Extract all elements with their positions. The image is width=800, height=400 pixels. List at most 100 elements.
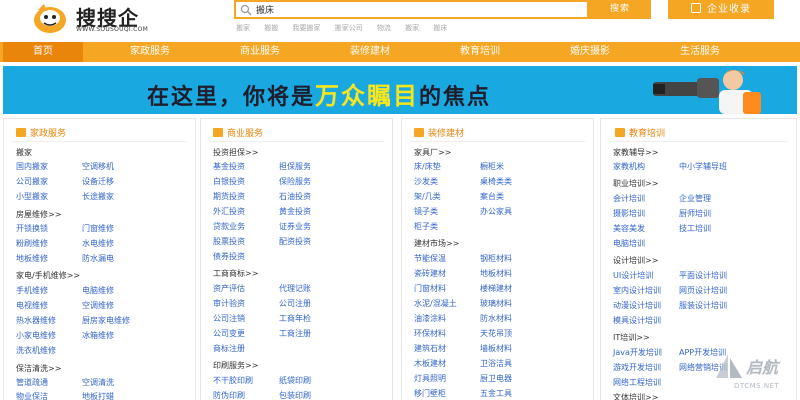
category-link[interactable]: 天花吊顶	[480, 328, 512, 339]
category-link[interactable]: 电脑维修	[82, 285, 114, 296]
hot-word[interactable]: 我要搬家	[292, 24, 320, 32]
category-link[interactable]: 游戏开发培训	[613, 362, 661, 373]
hot-word[interactable]: 搬搬	[264, 24, 278, 32]
category-link[interactable]: 管道疏通	[16, 377, 48, 388]
category-link[interactable]: 长途搬家	[82, 191, 114, 202]
category-link[interactable]: 贷款业务	[213, 221, 245, 232]
category-link[interactable]: 手机维修	[16, 285, 48, 296]
category-link[interactable]: 五金工具	[480, 388, 512, 399]
category-link[interactable]: 灯具照明	[414, 373, 446, 384]
category-link[interactable]: 公司注销	[213, 313, 245, 324]
subcategory-title[interactable]: 家电/手机维修>>	[16, 270, 80, 281]
category-link[interactable]: 平面设计培训	[679, 270, 727, 281]
category-link[interactable]: 架/几类	[414, 191, 441, 202]
category-link[interactable]: 公司注册	[279, 298, 311, 309]
subcategory-title[interactable]: 工商商标>>	[213, 268, 258, 279]
category-link[interactable]: 石油投资	[279, 191, 311, 202]
category-link[interactable]: 配资投资	[279, 236, 311, 247]
category-link[interactable]: 包装印刷	[279, 390, 311, 400]
category-link[interactable]: 股票投资	[213, 236, 245, 247]
category-link[interactable]: 水电维修	[82, 238, 114, 249]
category-link[interactable]: 代理记账	[279, 283, 311, 294]
category-link[interactable]: 节能保温	[414, 253, 446, 264]
category-link[interactable]: 公司变更	[213, 328, 245, 339]
category-link[interactable]: 网络工程培训	[613, 377, 661, 388]
hot-word[interactable]: 搬家	[405, 24, 419, 32]
category-link[interactable]: 商标注册	[213, 343, 245, 354]
search-button[interactable]: 搜索	[589, 0, 651, 19]
subcategory-title[interactable]: 家具厂>>	[414, 147, 451, 158]
category-link[interactable]: 地板打蜡	[82, 391, 114, 400]
category-link[interactable]: 美容美发	[613, 223, 645, 234]
category-link[interactable]: 热水器维修	[16, 315, 56, 326]
hot-word[interactable]: 物流	[377, 24, 391, 32]
subcategory-title[interactable]: 投资担保>>	[213, 147, 258, 158]
category-link[interactable]: 设备迁移	[82, 176, 114, 187]
category-link[interactable]: 动漫设计培训	[613, 300, 661, 311]
category-link[interactable]: 审计验资	[213, 298, 245, 309]
category-link[interactable]: UI设计培训	[613, 270, 653, 281]
category-link[interactable]: 卫浴洁具	[480, 358, 512, 369]
category-link[interactable]: 木板建材	[414, 358, 446, 369]
enterprise-listing-button[interactable]: 企业收录	[668, 0, 774, 19]
category-link[interactable]: 外汇投资	[213, 206, 245, 217]
category-link[interactable]: 瓷砖建材	[414, 268, 446, 279]
nav-wedding[interactable]: 婚庆摄影	[550, 42, 630, 62]
category-link[interactable]: 债券投资	[213, 251, 245, 262]
category-link[interactable]: 环保材料	[414, 328, 446, 339]
category-link[interactable]: 电视维修	[16, 300, 48, 311]
category-link[interactable]: 纸袋印刷	[279, 375, 311, 386]
category-link[interactable]: 资产评估	[213, 283, 245, 294]
category-link[interactable]: 基金投资	[213, 161, 245, 172]
category-link[interactable]: 国内搬家	[16, 161, 48, 172]
column-title[interactable]: 家政服务	[16, 126, 66, 139]
category-link[interactable]: 空调清洗	[82, 377, 114, 388]
category-link[interactable]: 防伪印刷	[213, 390, 245, 400]
subcategory-title[interactable]: 搬家	[16, 147, 32, 158]
category-link[interactable]: 担保服务	[279, 161, 311, 172]
category-link[interactable]: 会计培训	[613, 193, 645, 204]
category-link[interactable]: 摄影培训	[613, 208, 645, 219]
category-link[interactable]: 空调移机	[82, 161, 114, 172]
category-link[interactable]: 厨师培训	[679, 208, 711, 219]
category-link[interactable]: 墙板材料	[480, 343, 512, 354]
category-link[interactable]: 办公家具	[480, 206, 512, 217]
category-link[interactable]: 白银投资	[213, 176, 245, 187]
column-title[interactable]: 商业服务	[213, 126, 263, 139]
category-link[interactable]: 网页设计培训	[679, 285, 727, 296]
nav-life[interactable]: 生活服务	[660, 42, 740, 62]
category-link[interactable]: 门窗材料	[414, 283, 446, 294]
category-link[interactable]: 水泥/混凝土	[414, 298, 457, 309]
category-link[interactable]: 室内设计培训	[613, 285, 661, 296]
category-link[interactable]: 企业管理	[679, 193, 711, 204]
category-link[interactable]: 服装设计培训	[679, 300, 727, 311]
category-link[interactable]: 证券业务	[279, 221, 311, 232]
category-link[interactable]: 期货投资	[213, 191, 245, 202]
category-link[interactable]: 电脑培训	[613, 238, 645, 249]
category-link[interactable]: 中小学辅导班	[679, 161, 727, 172]
subcategory-title[interactable]: 职业培训>>	[613, 178, 658, 189]
category-link[interactable]: 门窗维修	[82, 223, 114, 234]
promo-banner[interactable]: 在这里，你将是万众瞩目的焦点	[3, 66, 797, 114]
category-link[interactable]: 技工培训	[679, 223, 711, 234]
category-link[interactable]: 洗衣机维修	[16, 345, 56, 356]
category-link[interactable]: 模具设计培训	[613, 315, 661, 326]
subcategory-title[interactable]: 文体培训>>	[613, 392, 658, 400]
category-link[interactable]: 桌椅类类	[480, 176, 512, 187]
nav-education[interactable]: 教育培训	[440, 42, 520, 62]
category-link[interactable]: 不干胶印刷	[213, 375, 253, 386]
category-link[interactable]: 防水材料	[480, 313, 512, 324]
subcategory-title[interactable]: 家教辅导>>	[613, 147, 658, 158]
category-link[interactable]: 厨卫电器	[480, 373, 512, 384]
category-link[interactable]: 工商注册	[279, 328, 311, 339]
search-input[interactable]	[256, 2, 576, 17]
category-link[interactable]: 地板维修	[16, 253, 48, 264]
category-link[interactable]: 冰箱维修	[82, 330, 114, 341]
nav-home[interactable]: 首页	[3, 42, 83, 62]
subcategory-title[interactable]: 房屋维修>>	[16, 209, 61, 220]
subcategory-title[interactable]: 保洁清洗>>	[16, 363, 61, 374]
category-link[interactable]: 工商年检	[279, 313, 311, 324]
category-link[interactable]: Java开发培训	[613, 347, 662, 358]
category-link[interactable]: 开锁换锁	[16, 223, 48, 234]
category-link[interactable]: 钢柜材料	[480, 253, 512, 264]
